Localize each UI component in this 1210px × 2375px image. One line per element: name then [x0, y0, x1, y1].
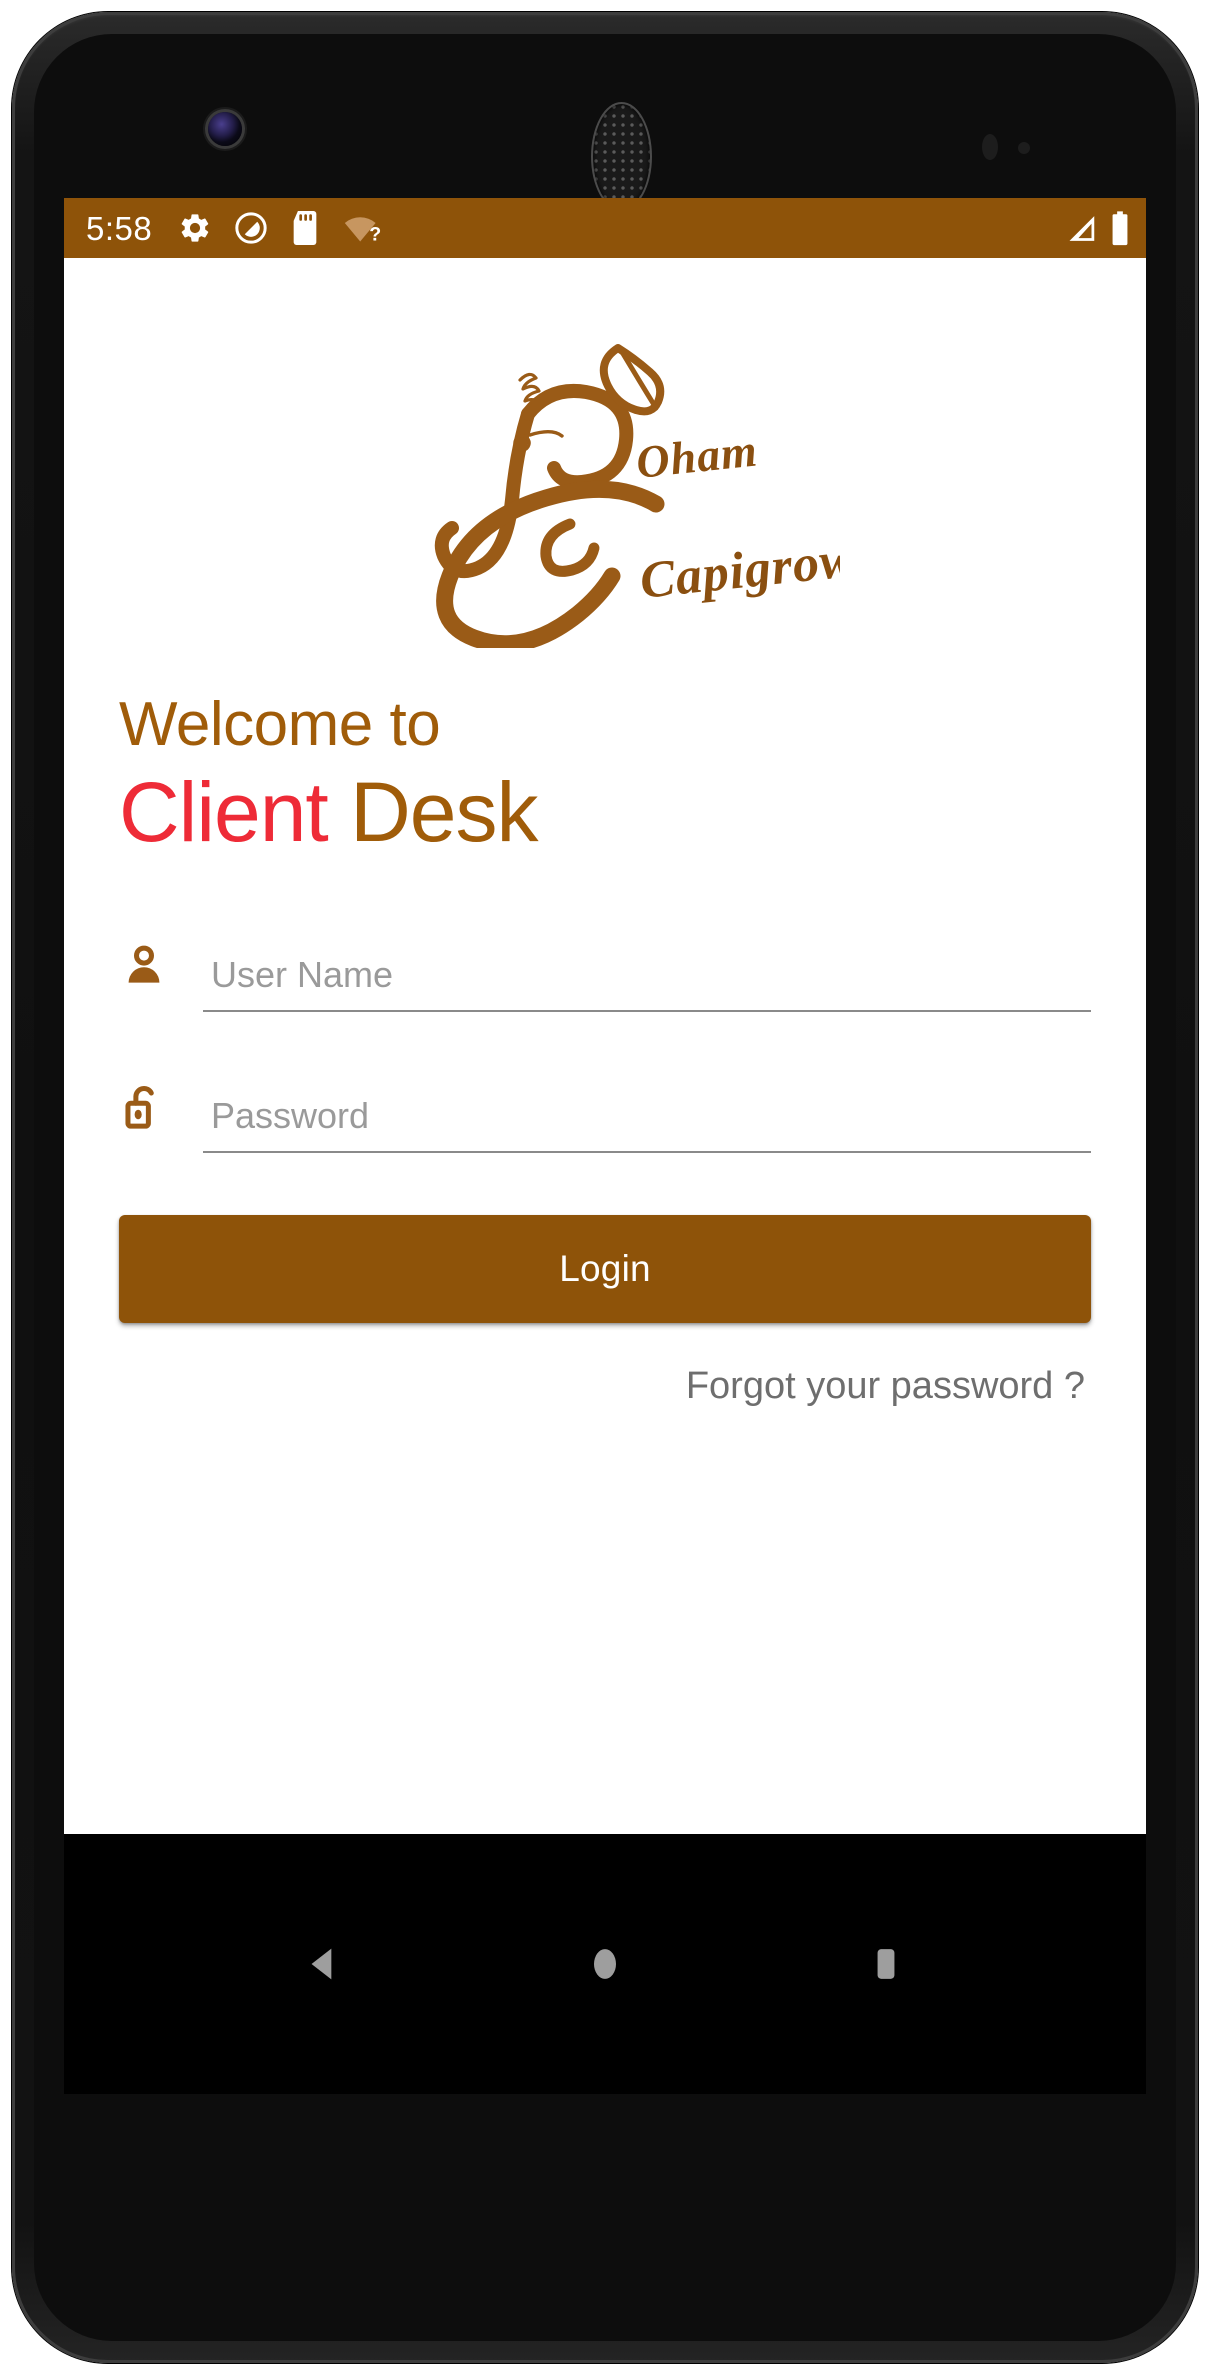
login-form: Login Forgot your password ?	[119, 941, 1091, 1408]
password-field-row	[119, 1082, 1091, 1154]
username-field-underline	[203, 954, 1091, 1013]
svg-text:?: ?	[370, 224, 382, 245]
front-camera-icon	[208, 112, 242, 146]
do-not-disturb-icon	[235, 212, 267, 244]
product-title-secondary: Desk	[327, 765, 538, 860]
password-input[interactable]	[203, 1095, 1091, 1152]
status-bar: 5:58 ?	[64, 198, 1146, 258]
status-bar-right-icons	[1064, 210, 1130, 246]
cell-signal-icon	[1069, 215, 1095, 241]
battery-icon	[1112, 210, 1128, 245]
earpiece-speaker-grille	[593, 104, 650, 209]
person-icon	[119, 941, 171, 1012]
nav-recents-button[interactable]	[864, 1942, 908, 1986]
logo-script-oham: Oham	[634, 425, 760, 488]
phone-screen: 5:58 ? Oham Capigrow Welcome to Client D…	[64, 198, 1146, 2094]
status-bar-left-icons: ?	[178, 211, 384, 245]
welcome-heading: Welcome to	[119, 690, 441, 759]
nav-home-button[interactable]	[583, 1942, 627, 1986]
android-navigation-bar	[64, 1834, 1146, 2094]
logo-script-capigrow: Capigrow	[637, 531, 840, 610]
sd-card-icon	[293, 211, 317, 245]
brand-logo-container: Oham Capigrow	[119, 258, 1091, 678]
proximity-sensor-icon	[982, 134, 998, 160]
nav-back-button[interactable]	[302, 1942, 346, 1986]
forgot-password-link[interactable]: Forgot your password ?	[119, 1365, 1091, 1408]
unlocked-padlock-icon	[119, 1082, 171, 1153]
password-field-underline	[203, 1095, 1091, 1154]
wifi-question-icon: ?	[345, 217, 382, 245]
status-bar-clock: 5:58	[86, 209, 153, 247]
soham-capigrow-logo: Oham Capigrow	[434, 344, 840, 648]
login-screen-content: Oham Capigrow Welcome to Client Desk Use…	[64, 258, 1146, 1834]
login-button[interactable]: Login	[119, 1215, 1091, 1324]
username-input[interactable]	[203, 954, 1091, 1011]
product-title: Client Desk	[119, 765, 1091, 859]
product-title-primary: Client	[119, 765, 329, 860]
ambient-light-sensor-icon	[1018, 142, 1030, 154]
username-field-row	[119, 941, 1091, 1013]
gear-icon	[181, 214, 209, 242]
